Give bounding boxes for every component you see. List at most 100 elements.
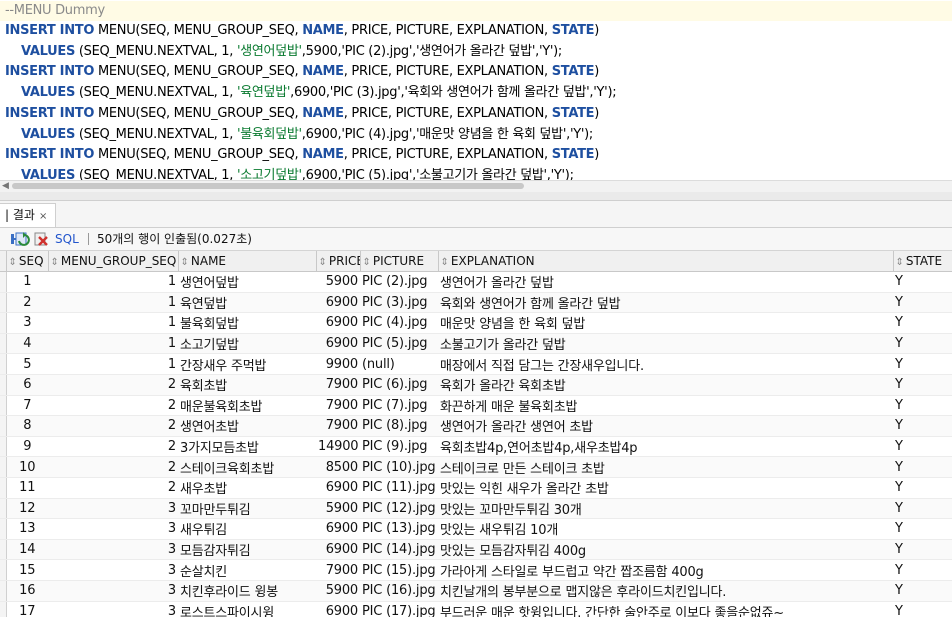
close-icon[interactable]: × — [39, 211, 47, 222]
table-row[interactable]: 16 3 치킨후라이드 윙봉 5900 PIC (16).jpg 치킨날개의 봉부분으로 … — [0, 580, 952, 602]
table-cell[interactable]: PIC (17).jpg — [360, 601, 438, 617]
table-cell[interactable]: 5 — [6, 353, 48, 375]
table-cell[interactable]: Y — [893, 271, 952, 293]
table-cell[interactable]: Y — [893, 353, 952, 375]
table-cell[interactable]: 14900 — [316, 436, 360, 458]
table-row[interactable]: 12 3 꼬마만두튀김 5900 PIC (12).jpg 맛있는 꼬마만두튀김 30개 Y — [0, 498, 952, 520]
table-cell[interactable]: 10 — [6, 456, 48, 478]
table-cell[interactable]: 12 — [6, 498, 48, 520]
table-row[interactable]: 14 3 모듬감자튀김 6900 PIC (14).jpg 맛있는 모듬감자튀김 400g… — [0, 539, 952, 561]
table-cell[interactable]: 5900 — [316, 271, 360, 293]
table-cell[interactable]: PIC (5).jpg — [360, 333, 438, 355]
sql-link[interactable]: SQL — [55, 228, 79, 250]
table-cell[interactable]: Y — [893, 601, 952, 617]
table-row[interactable]: 8 2 생연어초밥 7900 PIC (8).jpg 생연어가 올라간 생연어 초밥 Y — [0, 415, 952, 437]
table-cell[interactable]: 13 — [6, 518, 48, 540]
table-cell[interactable]: 2 — [48, 395, 178, 417]
table-cell[interactable]: 1 — [48, 312, 178, 334]
table-cell[interactable]: 7 — [6, 395, 48, 417]
table-row[interactable]: 7 2 매운불육회초밥 7900 PIC (7).jpg 화끈하게 매운 불육회초밥 Y — [0, 395, 952, 417]
table-cell[interactable]: 4 — [6, 333, 48, 355]
table-cell[interactable]: Y — [893, 436, 952, 458]
table-cell[interactable]: 16 — [6, 580, 48, 602]
table-cell[interactable]: PIC (4).jpg — [360, 312, 438, 334]
table-cell[interactable]: 1 — [48, 333, 178, 355]
table-cell[interactable]: 매장에서 직접 담그는 간장새우입니다. — [438, 353, 893, 375]
table-cell[interactable]: 화끈하게 매운 불육회초밥 — [438, 395, 893, 417]
table-cell[interactable]: 육회와 생연어가 함께 올라간 덮밥 — [438, 292, 893, 314]
table-row[interactable]: 6 2 육회초밥 7900 PIC (6).jpg 육회가 올라간 육회초밥 Y — [0, 374, 952, 396]
table-cell[interactable]: 3 — [6, 312, 48, 334]
column-header[interactable]: ⇕ MENU_GROUP_SEQ — [48, 251, 179, 272]
table-cell[interactable]: PIC (7).jpg — [360, 395, 438, 417]
delete-icon[interactable] — [33, 231, 49, 247]
table-cell[interactable]: 6900 — [316, 601, 360, 617]
table-cell[interactable]: 치킨후라이드 윙봉 — [178, 580, 316, 602]
table-cell[interactable]: 9 — [6, 436, 48, 458]
table-cell[interactable]: 매운맛 양념을 한 육회 덮밥 — [438, 312, 893, 334]
table-cell[interactable]: 3 — [48, 498, 178, 520]
tab-query-result[interactable]: | 결과 × — [0, 203, 57, 227]
table-row[interactable]: 11 2 새우초밥 6900 PIC (11).jpg 맛있는 익힌 새우가 올라간 초밥… — [0, 477, 952, 499]
table-cell[interactable]: PIC (13).jpg — [360, 518, 438, 540]
table-cell[interactable]: 1 — [6, 271, 48, 293]
table-cell[interactable]: Y — [893, 580, 952, 602]
table-cell[interactable]: 6900 — [316, 333, 360, 355]
column-header[interactable]: ⇕ SEQ — [6, 251, 49, 272]
scrollbar-thumb[interactable] — [12, 183, 524, 189]
table-row[interactable]: 15 3 순살치킨 7900 PIC (15).jpg 가라아게 스타일로 부드럽고 약간… — [0, 559, 952, 581]
table-cell[interactable]: 소고기덮밥 — [178, 333, 316, 355]
table-row[interactable]: 13 3 새우튀김 6900 PIC (13).jpg 맛있는 새우튀김 10개 Y — [0, 518, 952, 540]
table-cell[interactable]: PIC (16).jpg — [360, 580, 438, 602]
table-cell[interactable]: 5900 — [316, 498, 360, 520]
table-row[interactable]: 10 2 스테이크육회초밥 8500 PIC (10).jpg 스테이크로 만든 스테이크… — [0, 456, 952, 478]
table-cell[interactable]: Y — [893, 292, 952, 314]
table-cell[interactable]: 간장새우 주먹밥 — [178, 353, 316, 375]
table-cell[interactable]: 모듬감자튀김 — [178, 539, 316, 561]
table-cell[interactable]: (null) — [360, 353, 438, 375]
table-cell[interactable]: 부드러운 매운 핫윙입니다. 간단한 술안주로 이보다 좋을순없쥬~ — [438, 601, 893, 617]
table-cell[interactable]: 8 — [6, 415, 48, 437]
table-cell[interactable]: PIC (8).jpg — [360, 415, 438, 437]
table-cell[interactable]: 17 — [6, 601, 48, 617]
table-cell[interactable]: 1 — [48, 271, 178, 293]
table-cell[interactable]: 6 — [6, 374, 48, 396]
table-cell[interactable]: 1 — [48, 292, 178, 314]
table-cell[interactable]: 1 — [48, 353, 178, 375]
table-cell[interactable]: 7900 — [316, 395, 360, 417]
table-cell[interactable]: 3가지모듬초밥 — [178, 436, 316, 458]
table-cell[interactable]: PIC (12).jpg — [360, 498, 438, 520]
table-cell[interactable]: 소불고기가 올라간 덮밥 — [438, 333, 893, 355]
table-row[interactable]: 4 1 소고기덮밥 6900 PIC (5).jpg 소불고기가 올라간 덮밥 Y — [0, 333, 952, 355]
table-cell[interactable]: 맛있는 모듬감자튀김 400g — [438, 539, 893, 561]
table-cell[interactable]: 2 — [48, 436, 178, 458]
table-row[interactable]: 3 1 불육회덮밥 6900 PIC (4).jpg 매운맛 양념을 한 육회 덮밥 Y — [0, 312, 952, 334]
table-cell[interactable]: Y — [893, 518, 952, 540]
table-cell[interactable]: 맛있는 새우튀김 10개 — [438, 518, 893, 540]
table-cell[interactable]: 6900 — [316, 292, 360, 314]
table-cell[interactable]: 2 — [48, 415, 178, 437]
table-cell[interactable]: Y — [893, 312, 952, 334]
table-cell[interactable]: 맛있는 꼬마만두튀김 30개 — [438, 498, 893, 520]
table-cell[interactable]: PIC (15).jpg — [360, 559, 438, 581]
table-cell[interactable]: 육회초밥 — [178, 374, 316, 396]
table-cell[interactable]: 7900 — [316, 374, 360, 396]
table-cell[interactable]: 육회가 올라간 육회초밥 — [438, 374, 893, 396]
table-cell[interactable]: 7900 — [316, 415, 360, 437]
table-cell[interactable]: 로스트스파이시윙 — [178, 601, 316, 617]
table-cell[interactable]: PIC (3).jpg — [360, 292, 438, 314]
table-cell[interactable]: PIC (2).jpg — [360, 271, 438, 293]
table-cell[interactable]: PIC (11).jpg — [360, 477, 438, 499]
table-cell[interactable]: 순살치킨 — [178, 559, 316, 581]
table-cell[interactable]: 새우초밥 — [178, 477, 316, 499]
table-cell[interactable]: 2 — [48, 477, 178, 499]
table-cell[interactable]: 가라아게 스타일로 부드럽고 약간 짭조름함 400g — [438, 559, 893, 581]
table-cell[interactable]: 6900 — [316, 518, 360, 540]
table-cell[interactable]: Y — [893, 333, 952, 355]
table-cell[interactable]: 5900 — [316, 580, 360, 602]
table-cell[interactable]: 치킨날개의 봉부분으로 맵지않은 후라이드치킨입니다. — [438, 580, 893, 602]
table-cell[interactable]: PIC (6).jpg — [360, 374, 438, 396]
table-cell[interactable]: 꼬마만두튀김 — [178, 498, 316, 520]
table-cell[interactable]: 3 — [48, 580, 178, 602]
table-cell[interactable]: 6900 — [316, 312, 360, 334]
